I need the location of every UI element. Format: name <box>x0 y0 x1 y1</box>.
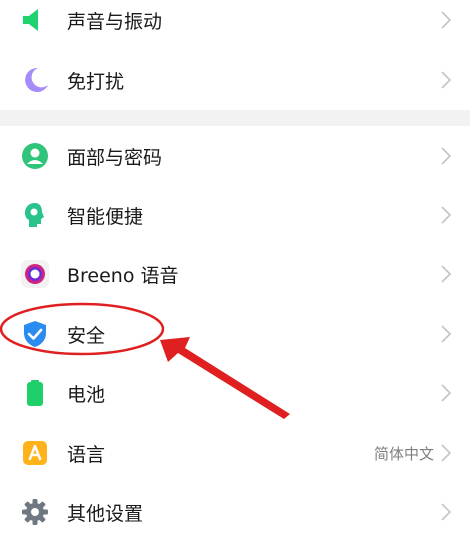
chevron-right-icon <box>441 206 452 224</box>
settings-item-label: 免打扰 <box>67 70 125 93</box>
gear-icon <box>22 499 48 525</box>
chevron-right-icon <box>441 444 452 462</box>
settings-item-label: 智能便捷 <box>67 205 144 228</box>
settings-item-do-not-disturb[interactable]: 免打扰 <box>0 50 470 110</box>
chevron-right-icon <box>441 325 452 343</box>
settings-item-face-password[interactable]: 面部与密码 <box>0 126 470 186</box>
settings-item-security[interactable]: 安全 <box>0 304 470 364</box>
settings-item-battery[interactable]: 电池 <box>0 363 470 423</box>
settings-item-label: 声音与振动 <box>67 10 163 33</box>
chevron-right-icon <box>441 503 452 521</box>
settings-item-breeno-voice[interactable]: Breeno 语音 <box>0 244 470 304</box>
settings-item-label: 面部与密码 <box>67 146 163 169</box>
settings-item-label: 其他设置 <box>67 502 144 525</box>
battery-icon <box>27 380 43 406</box>
chevron-right-icon <box>441 265 452 283</box>
face-lock-icon <box>22 143 48 169</box>
breeno-icon <box>21 260 49 288</box>
chevron-right-icon <box>441 71 452 89</box>
settings-item-smart-assist[interactable]: 智能便捷 <box>0 185 470 245</box>
settings-item-sound-vibration[interactable]: 声音与振动 <box>0 0 470 50</box>
chevron-right-icon <box>441 384 452 402</box>
settings-item-label: 电池 <box>67 383 106 406</box>
shield-icon <box>24 321 46 347</box>
moon-icon <box>25 67 48 92</box>
chevron-right-icon <box>441 147 452 165</box>
settings-item-label: 语言 <box>67 443 106 466</box>
settings-item-label: 安全 <box>67 324 106 347</box>
speaker-icon <box>23 9 38 31</box>
settings-item-language[interactable]: 语言 简体中文 <box>0 423 470 483</box>
language-value: 简体中文 <box>373 444 434 463</box>
settings-item-other-settings[interactable]: 其他设置 <box>0 482 470 542</box>
settings-item-label: Breeno 语音 <box>67 264 179 287</box>
smart-assist-icon <box>25 203 44 227</box>
chevron-right-icon <box>441 11 452 29</box>
language-icon <box>23 441 47 465</box>
section-separator <box>0 110 470 126</box>
